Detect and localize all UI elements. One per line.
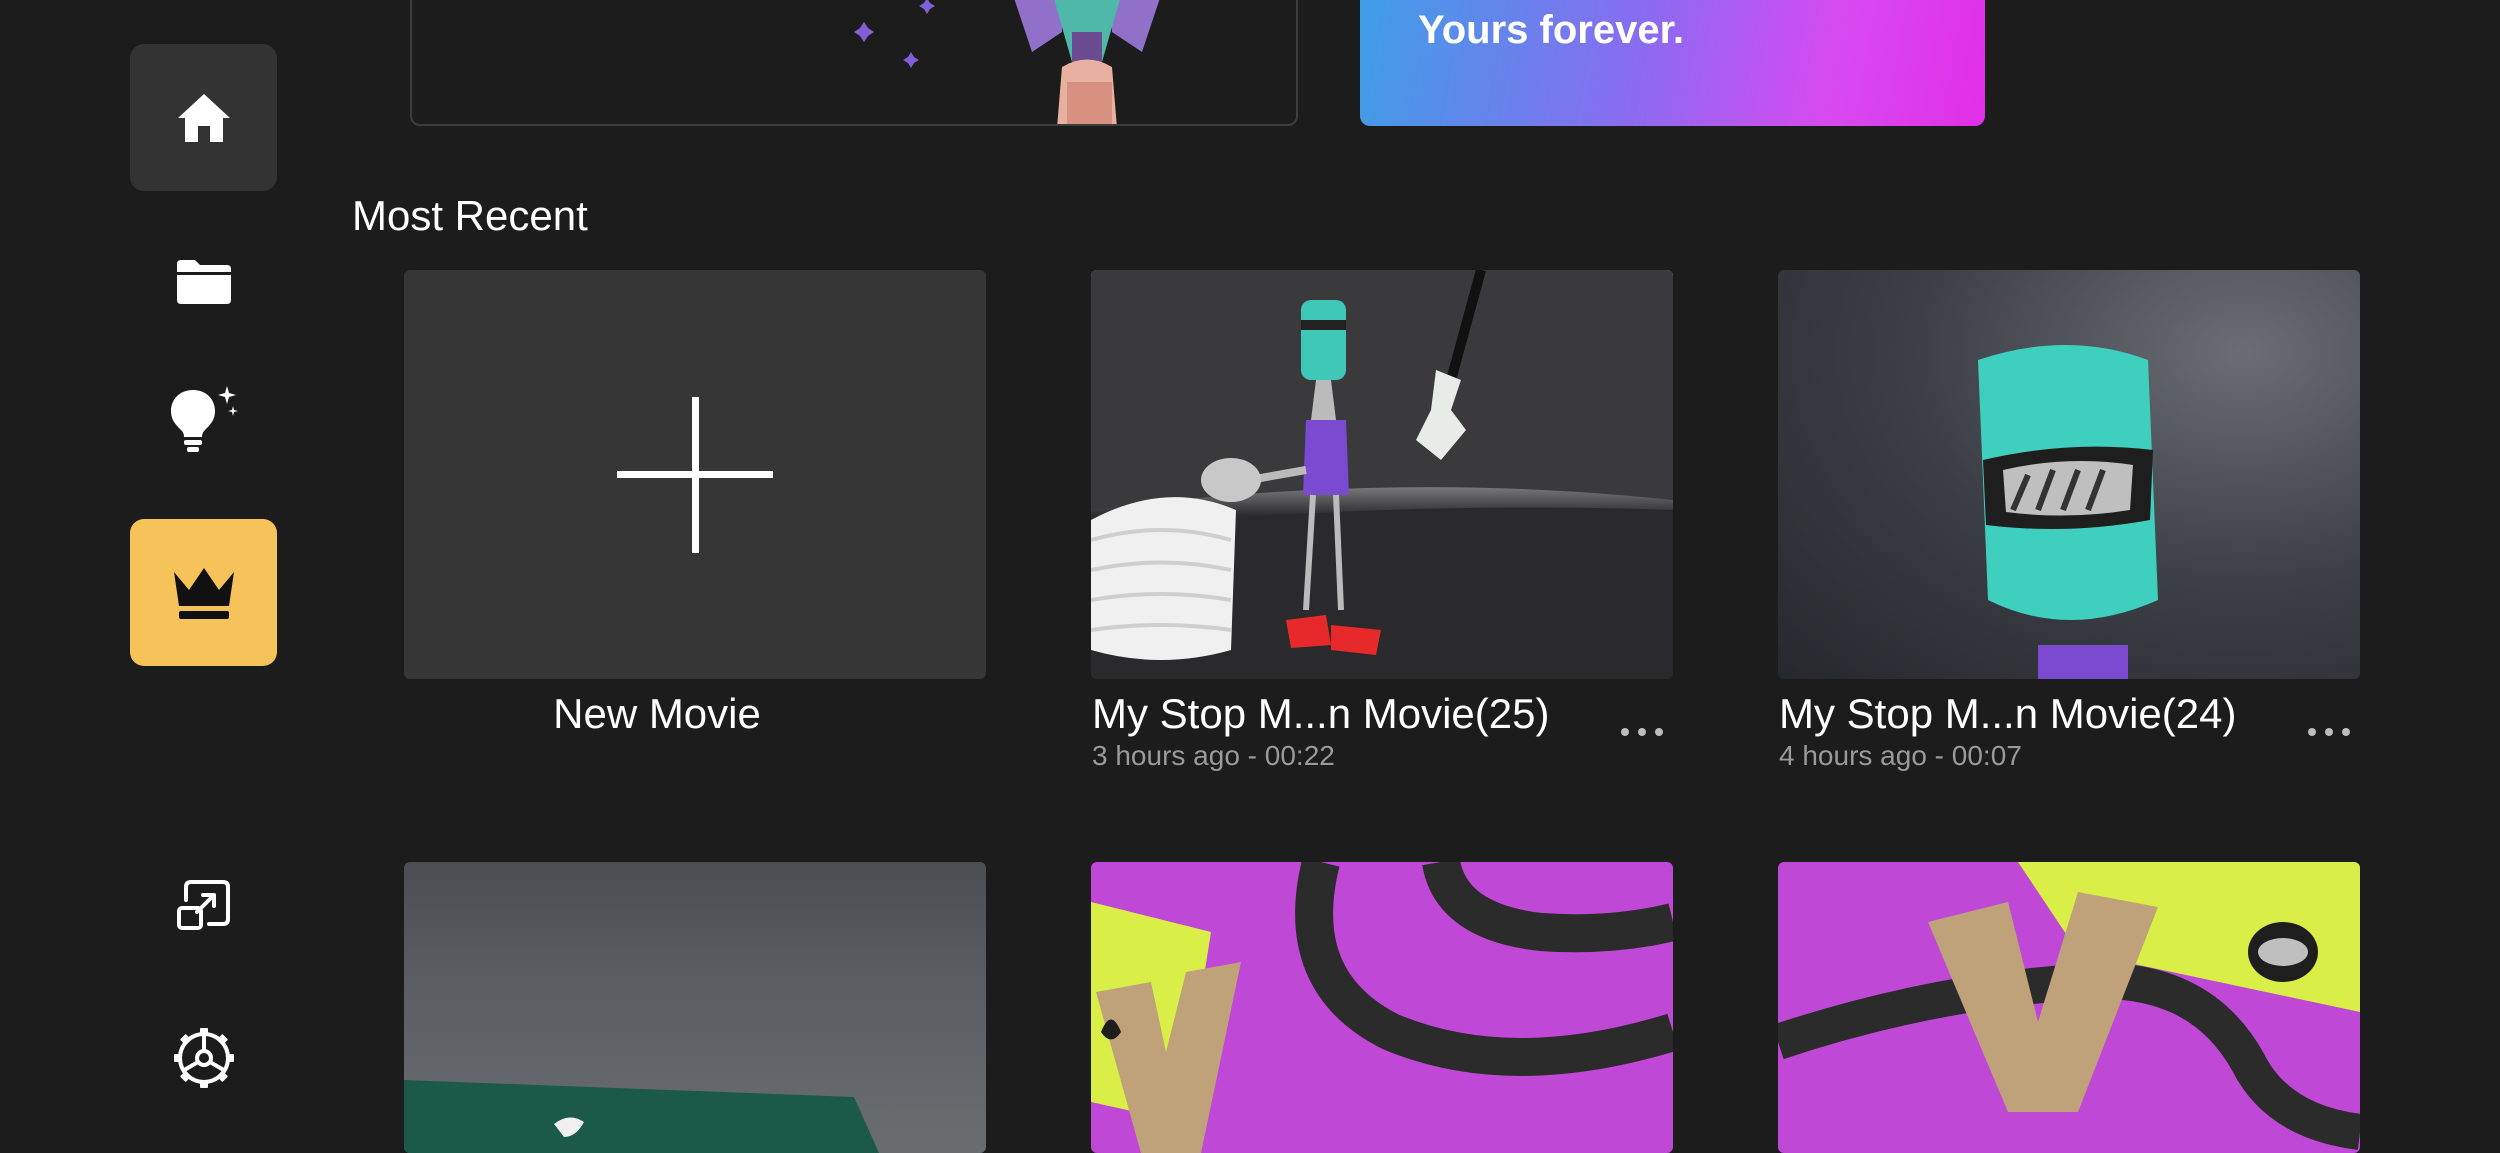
folder-icon [176,259,231,304]
movie-thumbnail-image [1091,270,1673,679]
movie-title: My Stop M...n Movie(24) [1779,690,2237,737]
movie-thumbnail[interactable] [1778,862,2360,1153]
movie-meta: 4 hours ago - 00:07 [1779,740,2022,771]
home-icon [177,93,230,142]
premium-promo-banner[interactable]: Yours forever. [1360,0,1985,126]
movie-meta: 3 hours ago - 00:22 [1092,740,1335,771]
new-movie-thumbnail[interactable] [404,270,986,679]
banner-illustration [854,0,1160,124]
new-movie-label: New Movie [553,690,761,737]
sidebar-item-ideas[interactable] [130,345,277,492]
crown-icon [173,567,234,619]
more-options-button[interactable] [2299,712,2359,752]
movie-thumbnail-image [1091,862,1673,1153]
sidebar-item-settings[interactable] [130,984,277,1131]
sidebar-item-projects[interactable] [130,207,277,354]
movie-thumbnail[interactable] [404,862,986,1153]
sidebar-item-home[interactable] [130,44,277,191]
external-display-icon [176,879,230,930]
movie-thumbnail[interactable] [1091,862,1673,1153]
plus-icon [617,396,773,553]
new-movie-card[interactable] [404,270,986,679]
gear-icon [173,1027,234,1088]
ellipsis-icon [2308,728,2350,736]
movie-title: My Stop M...n Movie(25) [1092,690,1550,737]
movie-thumbnail-image [1978,345,2158,679]
movie-thumbnail-image [1778,862,2360,1150]
ellipsis-icon [1621,728,1663,736]
more-options-button[interactable] [1612,712,1672,752]
movie-thumbnail-image [404,1080,879,1153]
sidebar-item-external-display[interactable] [130,831,277,978]
featured-banner[interactable] [410,0,1298,126]
movie-card[interactable] [1091,270,1673,679]
movie-card[interactable] [1091,862,1673,1153]
sidebar-item-premium[interactable] [130,519,277,666]
movie-thumbnail[interactable] [1778,270,2360,679]
movie-card[interactable] [404,862,986,1153]
promo-text: Yours forever. [1418,8,1685,52]
movie-card[interactable] [1778,862,2360,1153]
section-title: Most Recent [352,192,588,239]
movie-card[interactable] [1778,270,2360,679]
lightbulb-sparkle-icon [170,385,238,452]
movie-thumbnail[interactable] [1091,270,1673,679]
